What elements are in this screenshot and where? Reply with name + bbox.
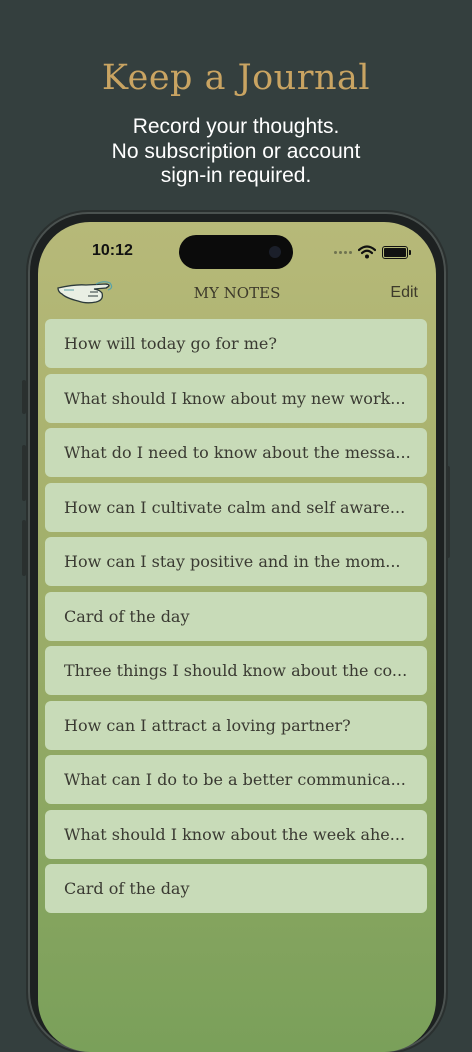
list-item[interactable]: What should I know about the week ahe... — [45, 809, 427, 859]
phone-screen: 10:12 MY NOTES Edit How will today go fo… — [38, 222, 436, 1052]
note-title: Card of the day — [64, 879, 190, 898]
list-item[interactable]: What should I know about my new work... — [45, 373, 427, 423]
note-title: What should I know about my new work... — [64, 388, 406, 408]
list-item[interactable]: How can I attract a loving partner? — [45, 700, 427, 750]
promo-subtitle: Record your thoughts. No subscription or… — [111, 115, 361, 187]
status-time: 10:12 — [92, 242, 133, 259]
promo-title: Keep a Journal — [101, 58, 371, 98]
edit-button[interactable]: Edit — [390, 284, 418, 302]
note-title: How can I attract a loving partner? — [64, 715, 351, 735]
note-list: How will today go for me? What should I … — [45, 319, 427, 919]
list-item[interactable]: What can I do to be a better communica..… — [45, 755, 427, 804]
note-title: What do I need to know about the messa..… — [64, 443, 411, 462]
list-item[interactable]: What do I need to know about the messa..… — [45, 428, 427, 477]
signal-dots-icon — [334, 250, 352, 254]
list-item[interactable]: How can I cultivate calm and self aware.… — [45, 482, 427, 532]
note-title: How will today go for me? — [64, 334, 277, 353]
note-title: What can I do to be a better communica..… — [64, 770, 406, 789]
list-item[interactable]: Card of the day — [45, 591, 427, 641]
list-item[interactable]: How can I stay positive and in the mom..… — [45, 537, 427, 586]
phone-side-button — [22, 380, 26, 414]
note-title: How can I cultivate calm and self aware.… — [64, 497, 406, 517]
wifi-icon — [358, 245, 376, 259]
page-title: MY NOTES — [193, 284, 281, 302]
dynamic-island — [179, 235, 293, 269]
note-title: How can I stay positive and in the mom..… — [64, 552, 401, 571]
battery-icon — [382, 245, 411, 259]
note-title: Three things I should know about the co.… — [64, 661, 408, 680]
status-icons — [334, 244, 411, 260]
phone-side-button — [22, 520, 26, 576]
note-title: Card of the day — [64, 606, 190, 626]
list-item[interactable]: How will today go for me? — [45, 319, 427, 368]
list-item[interactable]: Three things I should know about the co.… — [45, 646, 427, 695]
list-item[interactable]: Card of the day — [45, 864, 427, 913]
note-title: What should I know about the week ahe... — [64, 824, 406, 844]
phone-side-button — [22, 445, 26, 501]
phone-side-button — [446, 466, 450, 558]
